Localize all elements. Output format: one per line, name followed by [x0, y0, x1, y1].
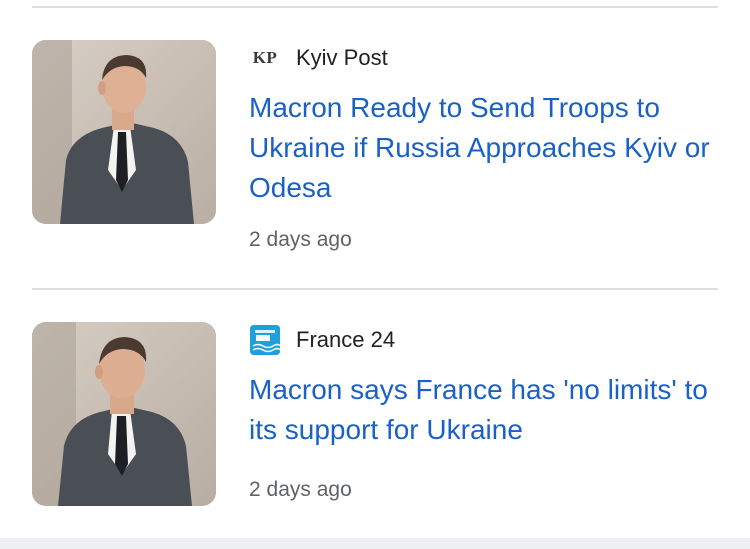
source-name: Kyiv Post	[296, 45, 388, 70]
source-name: France 24	[296, 327, 396, 352]
article-timestamp: 2 days ago	[249, 228, 352, 251]
news-article-kyiv-post[interactable]: KP Kyiv Post Macron Ready to Send Troops…	[0, 40, 750, 251]
article-headline-link[interactable]: Macron says France has 'no limits' to it…	[249, 370, 729, 450]
news-article-france-24[interactable]: France 24 Macron says France has 'no lim…	[0, 322, 750, 512]
macron-photo-icon	[32, 322, 216, 506]
macron-photo-icon	[32, 40, 216, 224]
divider	[32, 288, 718, 290]
article-thumbnail[interactable]	[32, 322, 216, 506]
kyiv-post-logo-text: KP	[252, 48, 278, 67]
article-source: France 24	[249, 324, 395, 356]
news-feed: KP Kyiv Post Macron Ready to Send Troops…	[0, 0, 750, 549]
france-24-logo-icon	[249, 324, 281, 356]
divider	[32, 6, 718, 8]
france-24-waves-icon	[250, 325, 280, 355]
kyiv-post-logo-icon: KP	[249, 42, 281, 74]
article-thumbnail[interactable]	[32, 40, 216, 224]
article-headline-link[interactable]: Macron Ready to Send Troops to Ukraine i…	[249, 88, 729, 208]
article-source: KP Kyiv Post	[249, 42, 388, 74]
france-24-logo-badge	[250, 325, 280, 355]
bottom-bar	[0, 538, 750, 549]
article-timestamp: 2 days ago	[249, 478, 352, 501]
